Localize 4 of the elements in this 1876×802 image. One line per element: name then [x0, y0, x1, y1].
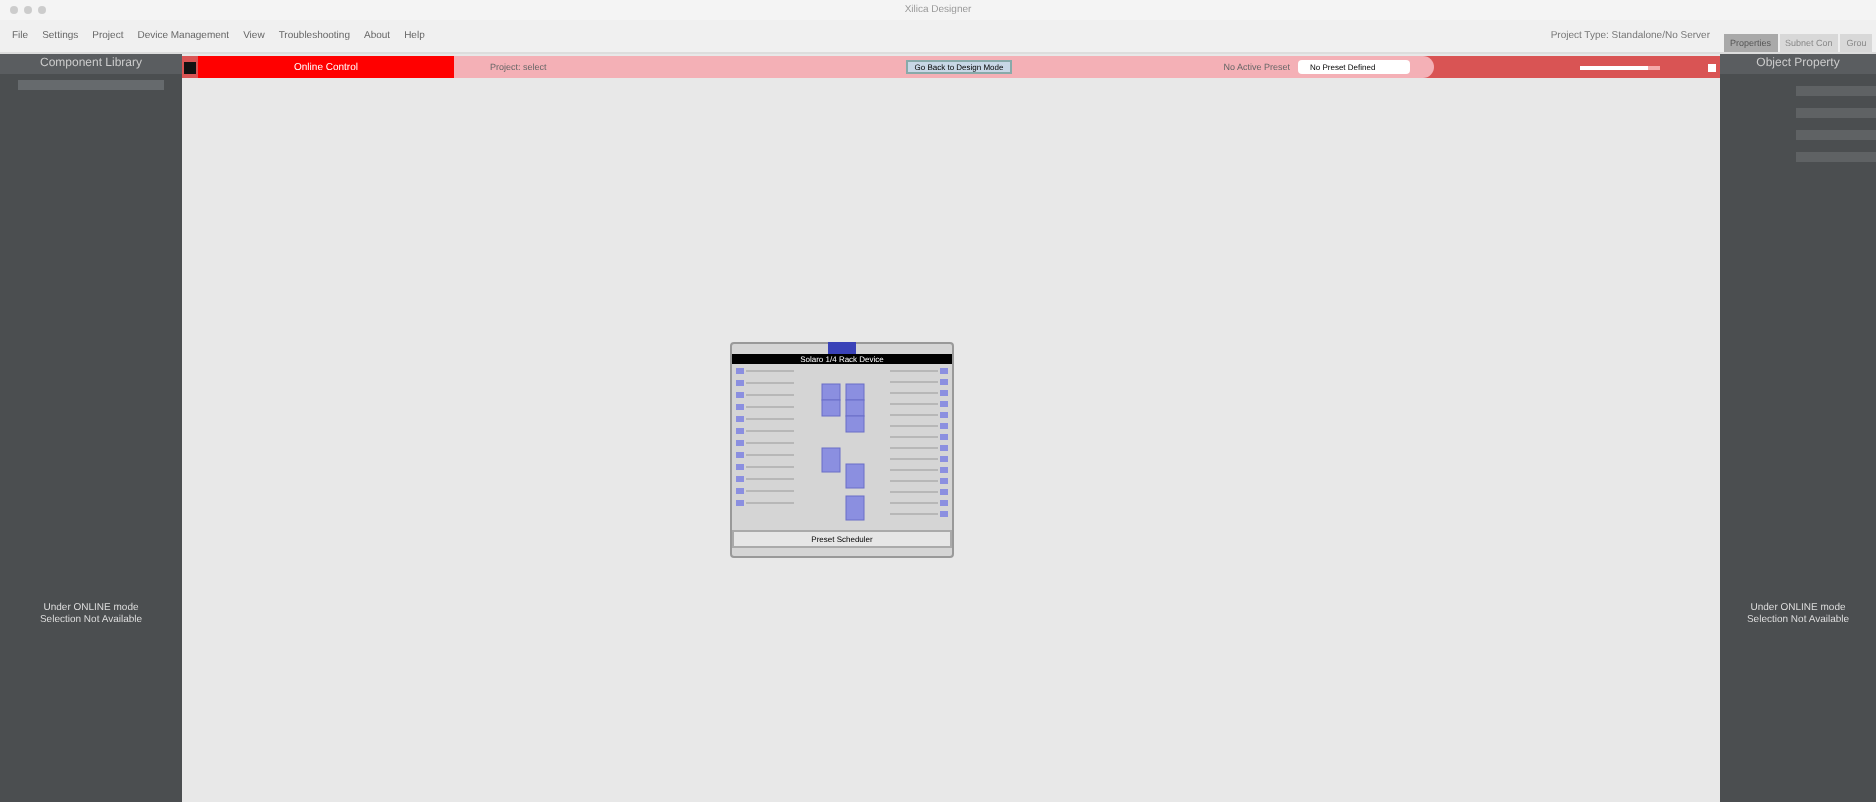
device-tab-icon	[828, 342, 856, 354]
close-icon[interactable]	[1708, 63, 1716, 71]
collapse-icon[interactable]	[184, 61, 196, 73]
search-field[interactable]	[18, 80, 164, 90]
